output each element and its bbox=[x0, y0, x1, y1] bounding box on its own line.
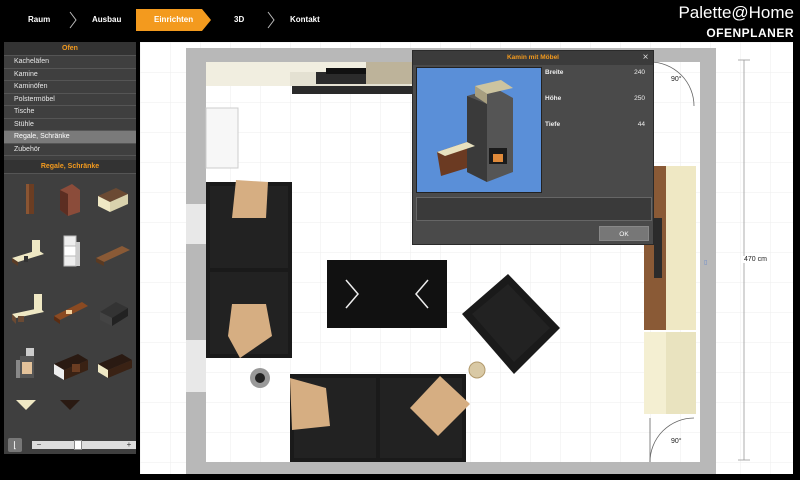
category-item[interactable]: Tische bbox=[4, 106, 136, 119]
nav-step-raum[interactable]: Raum bbox=[18, 9, 74, 31]
product-thumbnail[interactable] bbox=[12, 182, 48, 218]
prop-label: Tiefe bbox=[545, 121, 561, 128]
product-detail-dialog: Kamin mit Möbel × Breite 240 Höhe 250 Ti… bbox=[412, 50, 654, 245]
brand-logo: Palette@Home OFENPLANER bbox=[654, 3, 794, 40]
product-thumbnail[interactable] bbox=[96, 346, 132, 382]
prop-row: Tiefe 44 bbox=[545, 121, 651, 131]
top-navigation: Raum Ausbau Einrichten 3D Kontakt bbox=[0, 0, 640, 40]
prop-value: 250 bbox=[634, 95, 645, 102]
product-thumbnail[interactable] bbox=[94, 182, 130, 218]
product-thumbnail[interactable] bbox=[56, 398, 92, 412]
category-item[interactable]: Zubehör bbox=[4, 144, 136, 156]
angle-label-bottom: 90° bbox=[671, 438, 682, 445]
product-thumbnail[interactable] bbox=[96, 294, 132, 330]
zoom-control: ⌊ − + bbox=[4, 436, 136, 454]
catalog-panel: Ofen Kacheläfen Kamine Kaminöfen Polster… bbox=[4, 42, 136, 454]
category-item[interactable]: Kacheläfen bbox=[4, 56, 136, 69]
zoom-slider[interactable]: − + bbox=[32, 440, 136, 450]
product-thumbnail[interactable] bbox=[52, 292, 88, 328]
product-thumbnail[interactable] bbox=[52, 346, 88, 382]
prop-value: 240 bbox=[634, 69, 645, 76]
ok-button[interactable]: OK bbox=[599, 226, 649, 241]
product-thumbnail[interactable] bbox=[52, 182, 88, 218]
nav-step-3d[interactable]: 3D bbox=[224, 9, 264, 31]
chevron-right-icon bbox=[266, 9, 276, 31]
product-thumbnail[interactable] bbox=[10, 292, 46, 328]
description-field[interactable] bbox=[416, 197, 652, 221]
zoom-out-icon[interactable]: − bbox=[34, 441, 44, 449]
brand-name: Palette@Home bbox=[678, 3, 794, 22]
category-item[interactable]: Stühle bbox=[4, 119, 136, 131]
zoom-slider-handle[interactable] bbox=[74, 440, 82, 450]
subcategory-header: Regale, Schränke bbox=[4, 160, 136, 174]
angle-label-top: 90° bbox=[671, 76, 682, 83]
category-list: Kacheläfen Kamine Kaminöfen Polstermöbel… bbox=[4, 56, 136, 156]
prop-row: Höhe 250 bbox=[545, 95, 651, 105]
category-item[interactable]: Polstermöbel bbox=[4, 94, 136, 106]
category-item[interactable]: Kamine bbox=[4, 69, 136, 81]
prop-label: Breite bbox=[545, 69, 564, 76]
close-icon[interactable]: × bbox=[640, 52, 651, 63]
product-thumbnail-grid bbox=[4, 174, 136, 444]
prop-value: 44 bbox=[637, 121, 645, 128]
dimension-label: 470 cm bbox=[742, 256, 769, 263]
nav-step-ausbau[interactable]: Ausbau bbox=[82, 9, 138, 31]
app-window: Raum Ausbau Einrichten 3D Kontakt Palett… bbox=[0, 0, 800, 480]
nav-step-einrichten[interactable]: Einrichten bbox=[136, 9, 202, 31]
zoom-in-icon[interactable]: + bbox=[124, 441, 134, 449]
chevron-right-icon bbox=[68, 9, 78, 31]
svg-text:▯: ▯ bbox=[704, 260, 707, 266]
prop-row: Breite 240 bbox=[545, 69, 651, 79]
catalog-header: Ofen bbox=[4, 42, 136, 56]
category-item-selected[interactable]: Regale, Schränke bbox=[4, 131, 136, 144]
product-thumbnail[interactable] bbox=[10, 346, 46, 382]
chevron-right-active-icon bbox=[202, 9, 212, 31]
zoom-tool-icon[interactable]: ⌊ bbox=[8, 438, 22, 452]
product-preview-image bbox=[416, 67, 542, 193]
product-thumbnail[interactable] bbox=[54, 234, 90, 270]
product-thumbnail[interactable] bbox=[12, 398, 48, 412]
product-thumbnail[interactable] bbox=[10, 236, 46, 272]
product-properties: Breite 240 Höhe 250 Tiefe 44 bbox=[545, 67, 651, 193]
dialog-title: Kamin mit Möbel bbox=[413, 51, 653, 65]
product-thumbnail[interactable] bbox=[94, 236, 130, 272]
prop-label: Höhe bbox=[545, 95, 562, 102]
nav-step-kontakt[interactable]: Kontakt bbox=[280, 9, 340, 31]
category-item[interactable]: Kaminöfen bbox=[4, 81, 136, 94]
brand-subtitle: OFENPLANER bbox=[706, 26, 794, 40]
